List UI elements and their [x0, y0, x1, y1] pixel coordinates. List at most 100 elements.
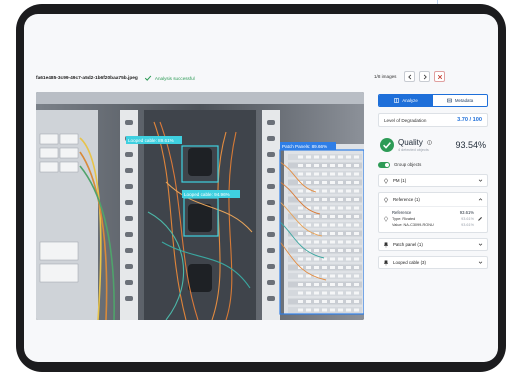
patch-port	[322, 198, 327, 201]
patch-port	[314, 172, 319, 176]
patch-port	[298, 232, 303, 235]
patch-port	[298, 172, 303, 176]
patch-port	[306, 274, 311, 278]
patch-port	[354, 215, 359, 218]
analyzed-image[interactable]: Looped cable: 89.61% Looped cable: 94.96…	[36, 92, 364, 320]
previous-image-button[interactable]	[404, 71, 416, 82]
patch-port	[330, 249, 335, 252]
card-icon	[446, 98, 452, 103]
patch-port	[306, 240, 311, 244]
patch-port	[306, 223, 311, 227]
patch-port	[306, 164, 311, 167]
accordion-looped-cable[interactable]: Looped cable (3)	[378, 256, 488, 269]
patch-port	[346, 164, 351, 167]
chevron-down-icon	[478, 261, 483, 264]
patch-port	[346, 181, 351, 184]
patch-port	[354, 206, 359, 210]
patch-port	[330, 172, 335, 176]
patch-port	[354, 155, 359, 159]
chevron-left-icon	[408, 74, 412, 79]
patch-port	[346, 300, 351, 303]
patch-port	[330, 232, 335, 235]
patch-port	[314, 198, 319, 201]
detection-label-2: Looped cable: 94.96%	[184, 192, 230, 197]
patch-port	[338, 274, 343, 278]
chevron-up-icon	[478, 198, 483, 201]
patch-port	[338, 206, 343, 210]
patch-port	[346, 172, 351, 176]
chevron-right-icon	[423, 74, 427, 79]
patch-port	[298, 215, 303, 218]
patch-port	[298, 257, 303, 261]
tab-metadata[interactable]: Metadata	[433, 95, 487, 106]
patch-port	[330, 274, 335, 278]
reference-item: Reference 93.61% Type: Rivated 93.61% Va…	[379, 207, 487, 232]
reference-value: Value: NA-C3099-RONU	[392, 223, 434, 227]
patch-port	[354, 300, 359, 303]
degradation-label: Level of Degradation	[384, 117, 427, 123]
patch-port	[346, 283, 351, 286]
patch-port	[314, 155, 319, 159]
accordion-looped-cable-label: Looped cable (3)	[393, 260, 426, 265]
patch-port	[306, 172, 311, 176]
degradation-card: Level of Degradation 3.70 / 100	[378, 113, 488, 127]
patch-port	[338, 223, 343, 227]
group-objects-row: Group objects	[378, 160, 488, 169]
patch-port	[322, 240, 327, 244]
accordion-reference-header[interactable]: Reference (1)	[379, 193, 487, 207]
accordion-patch-panel[interactable]: Patch panel (1)	[378, 238, 488, 251]
detection-label-1: Looped cable: 89.61%	[128, 138, 174, 143]
patch-port	[322, 266, 327, 269]
image-pager: 1/8 images	[374, 71, 446, 82]
edit-icon[interactable]	[477, 216, 483, 222]
patch-port	[338, 198, 343, 201]
analysis-status: Analysis successful	[144, 74, 195, 82]
patch-port	[338, 249, 343, 252]
reference-value-row: Value: NA-C3099-RONU 93.61%	[392, 222, 474, 228]
patch-port	[330, 189, 335, 193]
pin-icon	[383, 241, 389, 248]
patch-port	[322, 308, 327, 312]
patch-port	[306, 291, 311, 295]
accordion-reference-label: Reference (1)	[393, 197, 420, 202]
patch-port	[330, 164, 335, 167]
quality-text: Quality 4 detected objects	[398, 138, 451, 152]
patch-port	[338, 240, 343, 244]
patch-port	[338, 300, 343, 303]
next-image-button[interactable]	[419, 71, 431, 82]
patch-port	[330, 155, 335, 159]
chevron-down-icon	[478, 179, 483, 182]
patch-port	[330, 266, 335, 269]
patch-port	[354, 308, 359, 312]
patch-port	[322, 215, 327, 218]
patch-port	[346, 274, 351, 278]
patch-port	[346, 223, 351, 227]
patch-port	[354, 283, 359, 286]
patch-port	[314, 257, 319, 261]
patch-port	[330, 206, 335, 210]
tab-analyze[interactable]: Analyze	[379, 95, 433, 106]
panel-tabs: Analyze Metadata	[378, 94, 488, 107]
patch-port	[354, 232, 359, 235]
patch-port	[322, 155, 327, 159]
patch-port	[298, 189, 303, 193]
patch-port	[338, 164, 343, 167]
patch-port	[354, 266, 359, 269]
accordion-pm[interactable]: PM (1)	[378, 174, 488, 187]
patch-port	[314, 300, 319, 303]
cable-spools	[188, 148, 212, 292]
patch-port	[322, 274, 327, 278]
tab-analyze-label: Analyze	[402, 98, 418, 103]
patch-port	[298, 300, 303, 303]
patch-port	[314, 215, 319, 218]
patch-port	[298, 283, 303, 286]
close-button[interactable]	[434, 71, 446, 82]
info-icon[interactable]	[427, 140, 432, 145]
patch-port	[338, 155, 343, 159]
patch-port	[354, 240, 359, 244]
patch-port	[330, 291, 335, 295]
patch-port	[338, 266, 343, 269]
group-objects-toggle[interactable]	[378, 161, 390, 168]
patch-port	[338, 232, 343, 235]
patch-port	[314, 206, 319, 210]
